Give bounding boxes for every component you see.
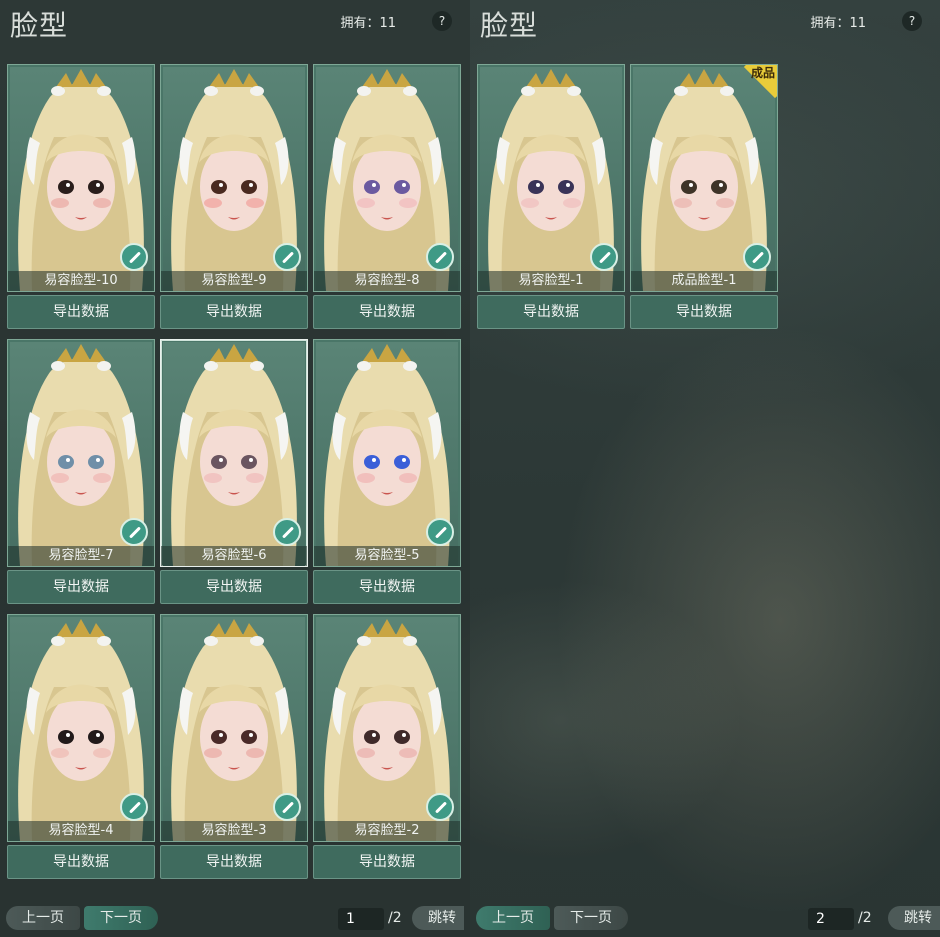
prev-page-button[interactable]: 上一页 — [476, 906, 550, 930]
brush-icon[interactable] — [120, 518, 148, 546]
owned-count: 拥有：11 — [810, 16, 866, 31]
export-data-button[interactable]: 导出数据 — [477, 295, 625, 329]
page-total: /2 — [388, 910, 402, 926]
prev-page-button[interactable]: 上一页 — [6, 906, 80, 930]
face-card-label: 易容脸型-8 — [314, 271, 460, 291]
face-card[interactable]: 易容脸型-7 — [7, 339, 155, 567]
export-data-button[interactable]: 导出数据 — [7, 845, 155, 879]
brush-icon[interactable] — [426, 518, 454, 546]
face-card[interactable]: 易容脸型-6 — [160, 339, 308, 567]
export-data-button[interactable]: 导出数据 — [630, 295, 778, 329]
brush-icon[interactable] — [273, 243, 301, 271]
face-card-label: 易容脸型-6 — [161, 546, 307, 566]
export-data-button[interactable]: 导出数据 — [7, 295, 155, 329]
face-card[interactable]: 易容脸型-4 — [7, 614, 155, 842]
face-card[interactable]: 成品成品脸型-1 — [630, 64, 778, 292]
page-number-input[interactable]: 2 — [808, 908, 854, 930]
brush-icon[interactable] — [120, 243, 148, 271]
face-card-label: 易容脸型-4 — [8, 821, 154, 841]
face-card-label: 易容脸型-3 — [161, 821, 307, 841]
page-number-input[interactable]: 1 — [338, 908, 384, 930]
export-data-button[interactable]: 导出数据 — [313, 295, 461, 329]
face-card[interactable]: 易容脸型-9 — [160, 64, 308, 292]
face-card[interactable]: 易容脸型-5 — [313, 339, 461, 567]
next-page-button[interactable]: 下一页 — [554, 906, 628, 930]
brush-icon[interactable] — [273, 518, 301, 546]
face-card-label: 易容脸型-2 — [314, 821, 460, 841]
jump-button[interactable]: 跳转 — [412, 906, 464, 930]
face-card-label: 易容脸型-9 — [161, 271, 307, 291]
face-card-label: 易容脸型-5 — [314, 546, 460, 566]
face-card[interactable]: 易容脸型-8 — [313, 64, 461, 292]
face-card-label: 易容脸型-10 — [8, 271, 154, 291]
finished-product-badge-icon: 成品 — [735, 65, 777, 107]
export-data-button[interactable]: 导出数据 — [160, 570, 308, 604]
face-card[interactable]: 易容脸型-10 — [7, 64, 155, 292]
face-card[interactable]: 易容脸型-3 — [160, 614, 308, 842]
face-card-label: 易容脸型-1 — [478, 271, 624, 291]
brush-icon[interactable] — [120, 793, 148, 821]
owned-count: 拥有：11 — [340, 16, 396, 31]
face-card[interactable]: 易容脸型-2 — [313, 614, 461, 842]
face-card-label: 成品脸型-1 — [631, 271, 777, 291]
brush-icon[interactable] — [426, 243, 454, 271]
question-mark-icon[interactable]: ? — [902, 11, 922, 31]
brush-icon[interactable] — [273, 793, 301, 821]
next-page-button[interactable]: 下一页 — [84, 906, 158, 930]
face-card[interactable]: 易容脸型-1 — [477, 64, 625, 292]
export-data-button[interactable]: 导出数据 — [7, 570, 155, 604]
jump-button[interactable]: 跳转 — [888, 906, 940, 930]
question-mark-icon[interactable]: ? — [432, 11, 452, 31]
export-data-button[interactable]: 导出数据 — [160, 845, 308, 879]
face-card-label: 易容脸型-7 — [8, 546, 154, 566]
face-shape-panel-page-2: 脸型 拥有：11 ? 易容脸型-1 导出数据 成品 成品脸型-1 导出数据 上一页 下一… — [470, 0, 940, 937]
face-shape-panel-page-1: 脸型 拥有：11 ? 易容脸型-10 导出数据 易容脸型-9 导出数据 易容脸型-8 导出… — [0, 0, 470, 937]
page-total: /2 — [858, 910, 872, 926]
export-data-button[interactable]: 导出数据 — [313, 570, 461, 604]
brush-icon[interactable] — [590, 243, 618, 271]
export-data-button[interactable]: 导出数据 — [160, 295, 308, 329]
panel-title: 脸型 — [480, 9, 539, 42]
brush-icon[interactable] — [426, 793, 454, 821]
panel-title: 脸型 — [10, 9, 69, 42]
badge-label: 成品 — [750, 66, 775, 80]
export-data-button[interactable]: 导出数据 — [313, 845, 461, 879]
brush-icon[interactable] — [743, 243, 771, 271]
